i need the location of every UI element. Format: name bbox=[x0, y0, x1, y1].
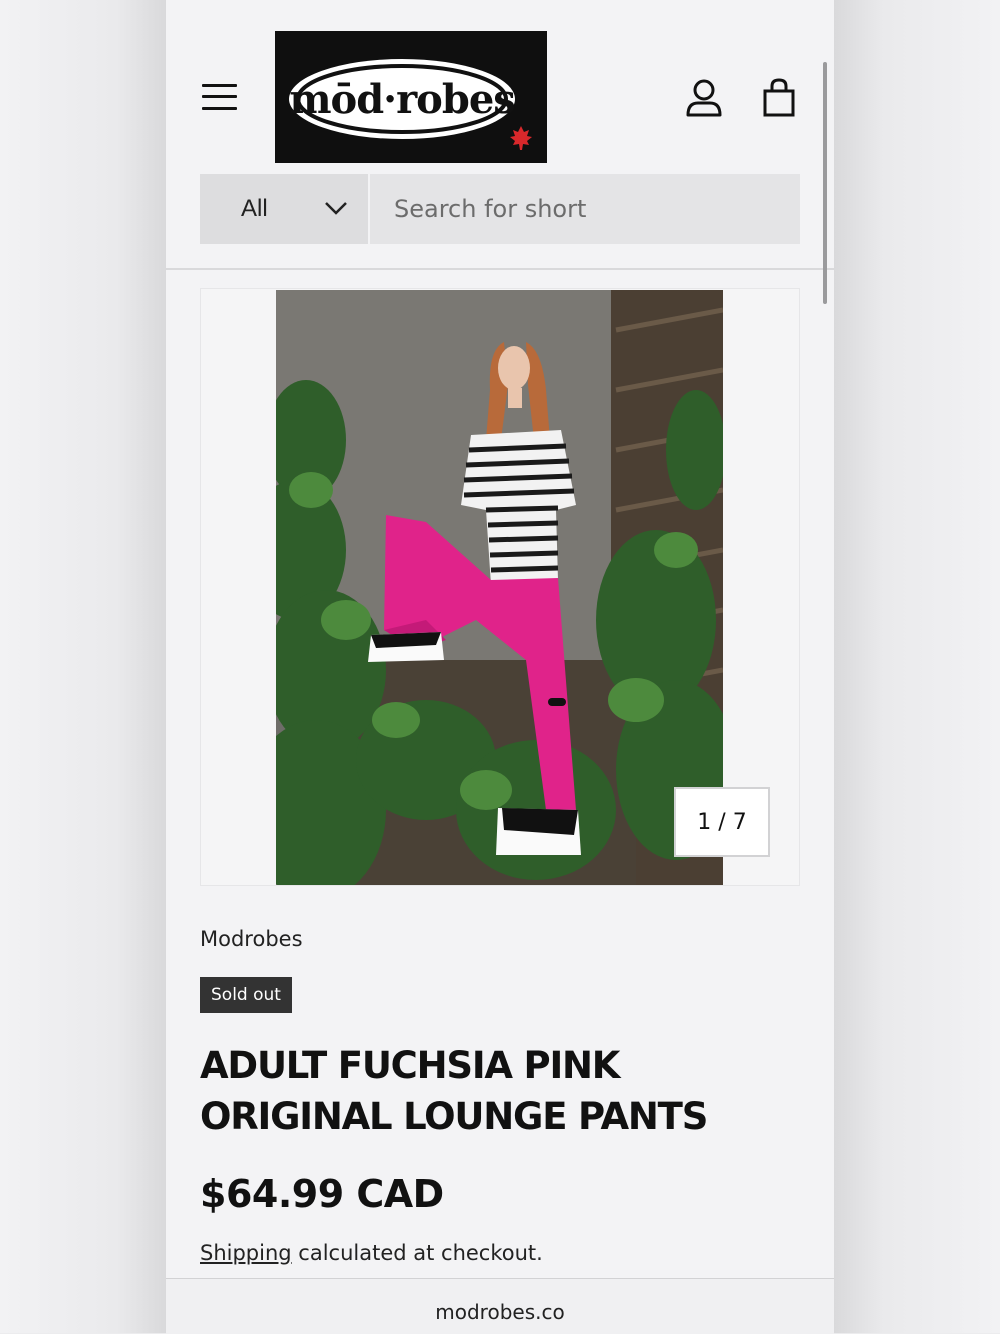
product-price: $64.99 CAD bbox=[200, 1172, 444, 1216]
url-text: modrobes.co bbox=[435, 1300, 565, 1324]
svg-text:mōd·robes: mōd·robes bbox=[289, 76, 515, 123]
category-select[interactable]: All bbox=[200, 174, 368, 244]
header-divider bbox=[166, 268, 834, 270]
shipping-link[interactable]: Shipping bbox=[200, 1241, 292, 1265]
modrobes-logo[interactable]: mōd·robes bbox=[275, 31, 547, 163]
shipping-note-text: calculated at checkout. bbox=[291, 1241, 543, 1265]
search-input[interactable] bbox=[370, 174, 800, 244]
product-image[interactable] bbox=[276, 290, 723, 885]
background-left bbox=[0, 0, 166, 1333]
image-counter: 1 / 7 bbox=[674, 787, 770, 857]
browser-address-bar[interactable]: modrobes.co bbox=[166, 1278, 834, 1334]
chevron-down-icon bbox=[325, 202, 347, 215]
hamburger-menu-icon[interactable] bbox=[202, 82, 238, 112]
product-vendor: Modrobes bbox=[200, 927, 303, 951]
background-right bbox=[834, 0, 1000, 1333]
user-account-icon[interactable] bbox=[684, 78, 724, 118]
category-select-value: All bbox=[241, 195, 268, 222]
store-page: mōd·robes All Search for short 1 / 7 Mod… bbox=[166, 0, 834, 1333]
scrollbar[interactable] bbox=[823, 62, 827, 304]
product-title: ADULT FUCHSIA PINK ORIGINAL LOUNGE PANTS bbox=[200, 1044, 708, 1138]
sold-out-badge: Sold out bbox=[200, 977, 292, 1013]
shopping-bag-icon[interactable] bbox=[760, 78, 800, 118]
search-bar: All bbox=[200, 174, 800, 244]
shipping-note: Shipping calculated at checkout. bbox=[200, 1241, 543, 1265]
